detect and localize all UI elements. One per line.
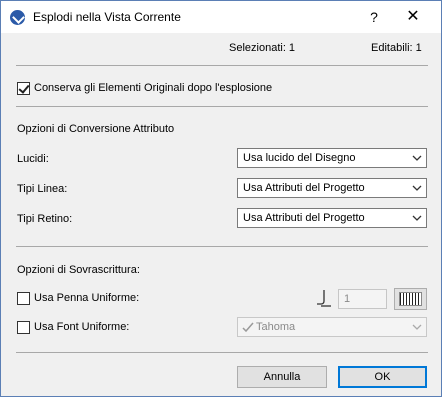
chevron-down-icon <box>412 324 422 330</box>
override-heading: Opzioni di Sovrascrittura: <box>17 264 140 276</box>
chevron-down-icon <box>412 185 422 191</box>
uniform-font-label: Usa Font Uniforme: <box>34 321 130 333</box>
pen-icon <box>317 290 331 307</box>
chevron-down-icon <box>412 155 422 161</box>
linetypes-value: Usa Attributi del Progetto <box>243 182 365 194</box>
uniform-pen-label: Usa Penna Uniforme: <box>34 292 140 304</box>
close-button[interactable]: ✕ <box>401 5 425 29</box>
fills-label: Tipi Retino: <box>17 213 73 225</box>
checkmark-icon <box>242 322 254 333</box>
font-value: Tahoma <box>256 321 296 333</box>
layers-label: Lucidi: <box>17 153 49 165</box>
divider <box>16 65 428 66</box>
chevron-down-icon <box>412 215 422 221</box>
dialog-window: Esplodi nella Vista Corrente ? ✕ Selezio… <box>0 0 442 397</box>
dialog-title: Esplodi nella Vista Corrente <box>33 10 181 24</box>
layers-value: Usa lucido del Disegno <box>243 152 356 164</box>
pen-number-field[interactable]: 1 <box>338 289 387 309</box>
layers-dropdown[interactable]: Usa lucido del Disegno <box>237 148 427 168</box>
linetypes-label: Tipi Linea: <box>17 183 68 195</box>
divider <box>16 352 428 353</box>
app-icon <box>10 10 25 25</box>
uniform-font-checkbox[interactable] <box>17 321 30 334</box>
divider <box>16 246 428 247</box>
help-button[interactable]: ? <box>363 5 385 29</box>
ok-button[interactable]: OK <box>338 366 427 388</box>
keep-originals-label: Conserva gli Elementi Originali dopo l'e… <box>34 82 273 94</box>
editable-count: Editabili: 1 <box>371 42 422 54</box>
divider <box>16 106 428 107</box>
pattern-swatch-icon <box>399 292 422 306</box>
title-bar: Esplodi nella Vista Corrente ? ✕ <box>1 1 441 33</box>
fills-dropdown[interactable]: Usa Attributi del Progetto <box>237 208 427 228</box>
keep-originals-checkbox[interactable] <box>17 82 30 95</box>
pen-pattern-button[interactable] <box>394 288 427 310</box>
font-dropdown[interactable]: Tahoma <box>237 317 427 337</box>
fills-value: Usa Attributi del Progetto <box>243 212 365 224</box>
cancel-button[interactable]: Annulla <box>237 366 327 388</box>
conversion-heading: Opzioni di Conversione Attributo <box>17 123 175 135</box>
uniform-pen-checkbox[interactable] <box>17 292 30 305</box>
pen-value: 1 <box>344 293 351 305</box>
linetypes-dropdown[interactable]: Usa Attributi del Progetto <box>237 178 427 198</box>
selected-count: Selezionati: 1 <box>229 42 296 54</box>
